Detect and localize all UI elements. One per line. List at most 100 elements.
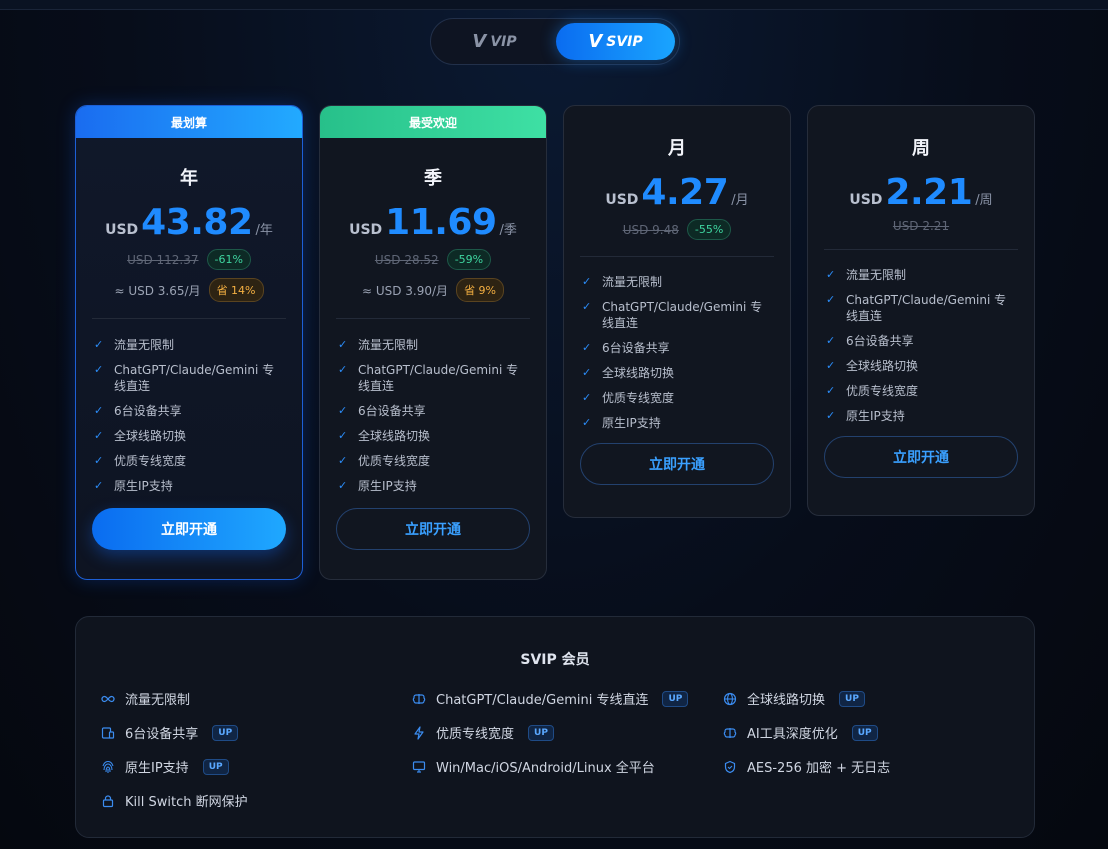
benefit-item: Win/Mac/iOS/Android/Linux 全平台 <box>412 757 655 776</box>
up-badge: UP <box>662 690 689 707</box>
v-logo-icon: V <box>472 31 487 52</box>
check-icon: ✓ <box>582 341 592 354</box>
price: 2.21 <box>885 172 973 213</box>
plan-card-week: 周 USD 2.21 /周 USD 2.21 ✓ 流量无限制 ✓ ChatGPT/C… <box>807 105 1035 516</box>
currency: USD <box>105 222 139 238</box>
check-icon: ✓ <box>338 338 348 351</box>
top-bar <box>0 0 1108 10</box>
original-price-row: USD 112.37 -61% <box>76 249 302 270</box>
monthly-price: ≈ USD 3.65/月 <box>114 283 201 298</box>
plan-card-quarter: 最受欢迎 季 USD 11.69 /季 USD 28.52 -59% ≈ USD… <box>319 105 547 580</box>
feature-item: ✓ 6台设备共享 <box>582 341 670 355</box>
discount-badge: -55% <box>686 219 732 240</box>
lightning-icon <box>412 725 426 740</box>
feature-item: ✓ 原生IP支持 <box>826 409 905 423</box>
lock-icon <box>101 794 115 808</box>
up-badge: UP <box>528 724 554 741</box>
currency: USD <box>849 192 883 208</box>
check-icon: ✓ <box>582 275 592 288</box>
price-period: /年 <box>255 223 273 238</box>
plan-title: 月 <box>668 138 686 159</box>
check-icon: ✓ <box>94 338 104 351</box>
feature-item: ✓ 原生IP支持 <box>338 479 417 493</box>
feature-item: ✓ 全球线路切换 <box>826 359 919 373</box>
brain-icon <box>412 692 426 706</box>
price-row: USD 2.21 /周 <box>808 172 1034 213</box>
panel-title: SVIP 会员 <box>520 652 590 668</box>
check-icon: ✓ <box>94 363 104 376</box>
plan-ribbon: 最受欢迎 <box>320 106 546 138</box>
plan-card-month: 月 USD 4.27 /月 USD 9.48 -55% ✓ 流量无限制 ✓ Chat… <box>563 105 791 518</box>
check-icon: ✓ <box>582 366 592 379</box>
check-icon: ✓ <box>826 384 836 397</box>
discount-badge: -59% <box>446 249 492 270</box>
feature-item: ✓ 流量无限制 <box>338 338 419 352</box>
feature-item: ✓ ChatGPT/Claude/Gemini 专线直连 <box>826 293 1007 323</box>
feature-list: ✓ 流量无限制 ✓ ChatGPT/Claude/Gemini 专线直连 ✓ 6台设备… <box>76 337 302 494</box>
v-logo-icon: V <box>588 31 603 52</box>
check-icon: ✓ <box>338 404 348 417</box>
price-row: USD 4.27 /月 <box>564 172 790 213</box>
fingerprint-icon <box>101 760 115 774</box>
feature-item: ✓ 原生IP支持 <box>582 416 661 430</box>
monthly-row: ≈ USD 3.90/月 省 9% <box>320 278 546 302</box>
check-icon: ✓ <box>94 479 104 492</box>
subscribe-button[interactable]: 立即开通 <box>336 508 530 550</box>
price: 43.82 <box>141 202 253 243</box>
feature-list: ✓ 流量无限制 ✓ ChatGPT/Claude/Gemini 专线直连 ✓ 6台设备… <box>320 337 546 494</box>
benefit-item: 流量无限制 <box>101 689 190 708</box>
price-period: /季 <box>499 223 517 238</box>
benefit-item: ChatGPT/Claude/Gemini 专线直连 UP <box>412 689 689 708</box>
currency: USD <box>349 222 383 238</box>
benefit-item: Kill Switch 断网保护 <box>101 791 248 810</box>
feature-item: ✓ ChatGPT/Claude/Gemini 专线直连 <box>94 363 275 393</box>
feature-item: ✓ 全球线路切换 <box>338 429 431 443</box>
infinity-icon <box>101 692 115 706</box>
original-price-row: USD 28.52 -59% <box>320 249 546 270</box>
price: 11.69 <box>385 202 497 243</box>
monthly-price: ≈ USD 3.90/月 <box>361 283 449 298</box>
check-icon: ✓ <box>94 429 104 442</box>
original-price-row: USD 2.21 <box>808 219 1034 233</box>
price-period: /周 <box>975 193 993 208</box>
price-row: USD 43.82 /年 <box>76 202 302 243</box>
check-icon: ✓ <box>582 300 592 313</box>
feature-list: ✓ 流量无限制 ✓ ChatGPT/Claude/Gemini 专线直连 ✓ 6台设备… <box>808 267 1034 424</box>
check-icon: ✓ <box>826 268 836 281</box>
feature-item: ✓ 流量无限制 <box>94 338 175 352</box>
check-icon: ✓ <box>826 293 836 306</box>
feature-item: ✓ 流量无限制 <box>582 275 663 289</box>
check-icon: ✓ <box>338 429 348 442</box>
plan-title: 年 <box>180 168 198 189</box>
up-badge: UP <box>212 724 239 741</box>
svip-tab[interactable]: V SVIP <box>556 23 675 60</box>
brain-icon <box>723 726 737 740</box>
up-badge: UP <box>851 724 878 741</box>
save-badge: 省 9% <box>456 278 505 302</box>
vip-tab[interactable]: V VIP <box>435 23 554 60</box>
original-price: USD 112.37 <box>127 252 199 267</box>
check-icon: ✓ <box>338 363 348 376</box>
check-icon: ✓ <box>338 454 348 467</box>
feature-item: ✓ 全球线路切换 <box>94 429 187 443</box>
subscribe-button[interactable]: 立即开通 <box>824 436 1018 478</box>
tier-toggle: V VIP V SVIP <box>430 18 680 65</box>
feature-item: ✓ 优质专线宽度 <box>94 454 187 468</box>
vip-tab-label: VIP <box>490 33 517 50</box>
price-row: USD 11.69 /季 <box>320 202 546 243</box>
original-price: USD 9.48 <box>622 222 679 237</box>
benefit-item: 优质专线宽度 UP <box>412 723 554 742</box>
subscribe-button[interactable]: 立即开通 <box>92 508 286 550</box>
check-icon: ✓ <box>826 334 836 347</box>
globe-icon <box>723 692 737 706</box>
divider <box>824 249 1018 250</box>
original-price-row: USD 9.48 -55% <box>564 219 790 240</box>
plan-card-year: 最划算 年 USD 43.82 /年 USD 112.37 -61% ≈ USD… <box>75 105 303 580</box>
feature-item: ✓ ChatGPT/Claude/Gemini 专线直连 <box>582 300 763 330</box>
devices-icon <box>101 726 115 740</box>
plan-ribbon: 最划算 <box>76 106 302 138</box>
up-badge: UP <box>839 690 865 707</box>
monthly-row: ≈ USD 3.65/月 省 14% <box>76 278 302 302</box>
up-badge: UP <box>202 758 229 775</box>
subscribe-button[interactable]: 立即开通 <box>580 443 774 485</box>
